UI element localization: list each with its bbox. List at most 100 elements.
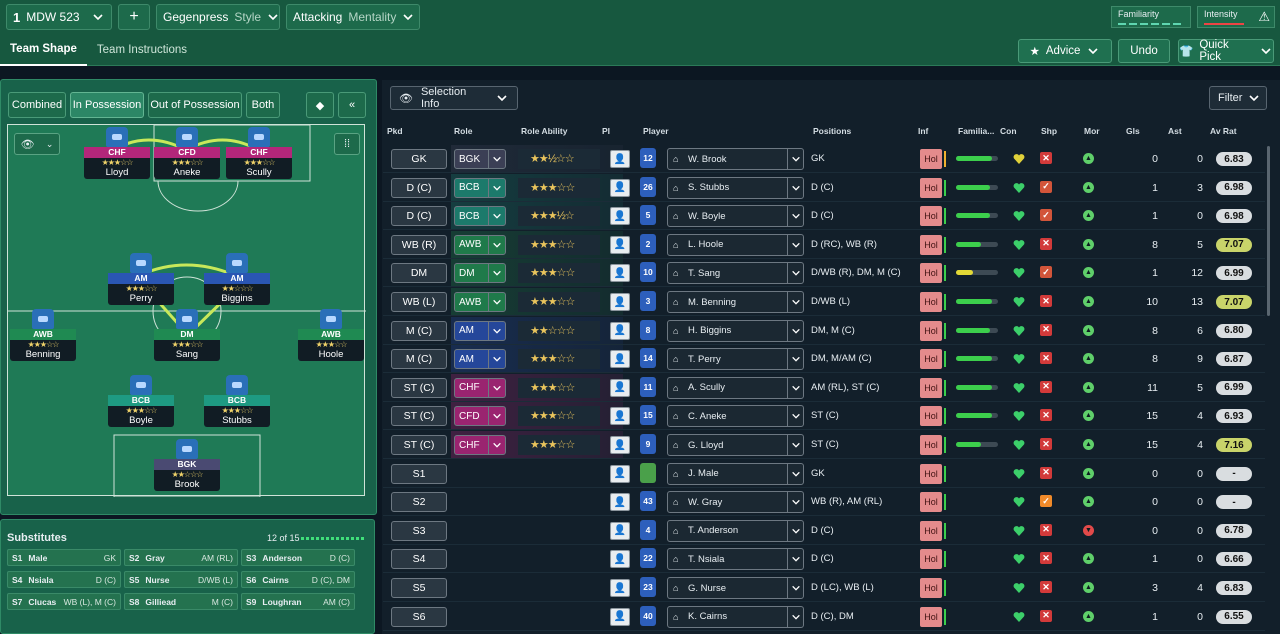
player-row[interactable]: ST (C) CFD ★★★☆☆ 👤 15 ⌂ C. Aneke ST (C) Hol ✕ ▲ 15 4… [383,402,1265,431]
formation-select[interactable]: 1 MDW 523 [6,4,112,30]
picked-position-button[interactable]: S3 [391,520,447,541]
player-row[interactable]: M (C) AM ★★★☆☆ 👤 14 ⌂ T. Perry DM, M/AM (C) Hol ✕… [383,345,1265,374]
col-header-ast[interactable]: Ast [1168,126,1182,136]
player-row[interactable]: D (C) BCB ★★★½☆ 👤 5 ⌂ W. Boyle D (C) Hol ✓ ▲ 1 0 6.98 [383,202,1265,231]
substitute-item[interactable]: S7 Clucas WB (L), M (C) [7,593,121,610]
player-row[interactable]: DM DM ★★★☆☆ 👤 10 ⌂ T. Sang D/WB (R), DM, M (C) H… [383,259,1265,288]
pitch-player[interactable]: AWB ★★★☆☆ Benning [10,309,76,361]
col-header-familiarity[interactable]: Familia... [958,126,994,136]
mode-in-possession[interactable]: In Possession [70,92,144,118]
picked-position-button[interactable]: M (C) [391,349,447,370]
player-instructions-button[interactable]: 👤 [610,464,630,483]
mode-out-of-possession[interactable]: Out of Possession [148,92,242,118]
player-row[interactable]: M (C) AM ★★☆☆☆ 👤 8 ⌂ H. Biggins DM, M (C) Hol ✕ ▲ 8… [383,316,1265,345]
player-select[interactable]: ⌂ H. Biggins [667,319,804,342]
pitch-player[interactable]: CFD ★★★☆☆ Aneke [154,127,220,179]
familiarity-meter[interactable]: Familiarity [1111,6,1191,28]
player-instructions-button[interactable]: 👤 [610,550,630,569]
player-instructions-button[interactable]: 👤 [610,207,630,226]
role-select[interactable]: AM [454,349,506,370]
substitute-item[interactable]: S1 Male GK [7,549,121,566]
player-select[interactable]: ⌂ W. Brook [667,148,804,170]
pitch-player[interactable]: CHF ★★★☆☆ Lloyd [84,127,150,179]
player-instructions-button[interactable]: 👤 [610,321,630,340]
pitch-player[interactable]: AM ★★☆☆☆ Biggins [204,253,270,305]
col-header-av-rat[interactable]: Av Rat [1210,126,1237,136]
picked-position-button[interactable]: WB (L) [391,292,447,312]
intensity-meter[interactable]: Intensity ⚠ [1197,6,1275,28]
player-select[interactable]: ⌂ T. Perry [667,348,804,371]
player-instructions-button[interactable]: 👤 [610,607,630,626]
substitute-item[interactable]: S3 Anderson D (C) [241,549,355,566]
player-row[interactable]: D (C) BCB ★★★☆☆ 👤 26 ⌂ S. Stubbs D (C) Hol ✓ ▲ 1 3 6.… [383,173,1265,202]
picked-position-button[interactable]: ST (C) [391,377,447,398]
player-instructions-button[interactable]: 👤 [610,436,630,454]
player-instructions-button[interactable]: 👤 [610,293,630,311]
player-row[interactable]: WB (R) AWB ★★★☆☆ 👤 2 ⌂ L. Hoole D (RC), WB (R) H… [383,230,1265,259]
player-instructions-button[interactable]: 👤 [610,378,630,397]
player-select[interactable]: ⌂ G. Nurse [667,577,804,599]
player-select[interactable]: ⌂ W. Boyle [667,205,804,228]
pitch-player[interactable]: DM ★★★☆☆ Sang [154,309,220,361]
pitch-player[interactable]: AWB ★★★☆☆ Hoole [298,309,364,361]
pitch-player[interactable]: BGK ★★☆☆☆ Brook [154,439,220,491]
pitch-options-button[interactable]: ◆ [306,92,334,118]
col-header-role[interactable]: Role [454,126,472,136]
style-select[interactable]: Gegenpress Style [156,4,280,30]
add-formation-button[interactable]: + [118,4,150,30]
col-header-player[interactable]: Player [643,126,669,136]
player-row[interactable]: S2 👤 43 ⌂ W. Gray WB (R), AM (RL) Hol ✓ ▲ 0 0- [383,488,1265,517]
player-select[interactable]: ⌂ S. Stubbs [667,176,804,199]
substitute-item[interactable]: S5 Nurse D/WB (L) [124,571,238,588]
substitute-item[interactable]: S4 Nsiala D (C) [7,571,121,588]
player-row[interactable]: ST (C) CHF ★★★☆☆ 👤 11 ⌂ A. Scully AM (RL), ST (… [383,373,1265,402]
col-header-positions[interactable]: Positions [813,126,851,136]
selection-info-dropdown[interactable]: 👁 Selection Info [390,86,518,110]
picked-position-button[interactable]: D (C) [391,206,447,227]
player-row[interactable]: S4 👤 22 ⌂ T. Nsiala D (C) Hol ✕ ▲ 1 0 6.66 [383,545,1265,574]
picked-position-button[interactable]: S4 [391,549,447,570]
role-select[interactable]: BCB [454,206,506,227]
player-instructions-button[interactable]: 👤 [610,521,630,540]
player-row[interactable]: S6 👤 40 ⌂ K. Cairns D (C), DM Hol ✕ ▲ 1 0 6.55 [383,603,1265,631]
picked-position-button[interactable]: S1 [391,463,447,484]
player-select[interactable]: ⌂ T. Anderson [667,519,804,542]
player-instructions-button[interactable]: 👤 [610,407,630,426]
col-header-role-ability[interactable]: Role Ability [521,126,567,136]
player-row[interactable]: WB (L) AWB ★★★☆☆ 👤 3 ⌂ M. Benning D/WB (L) Hol ✕ ▲… [383,288,1265,316]
picked-position-button[interactable]: S5 [391,578,447,598]
picked-position-button[interactable]: S6 [391,606,447,627]
player-row[interactable]: S3 👤 4 ⌂ T. Anderson D (C) Hol ✕ ▼ 0 0 6.78 [383,517,1265,545]
col-header-inf[interactable]: Inf [918,126,928,136]
role-select[interactable]: AWB [454,234,506,255]
player-row[interactable]: GK BGK ★★½☆☆ 👤 12 ⌂ W. Brook GK Hol ✕ ▲ 0 0 6.83 [383,145,1265,173]
player-select[interactable]: ⌂ T. Sang [667,262,804,285]
player-select[interactable]: ⌂ M. Benning [667,291,804,313]
player-row[interactable]: ST (C) CHF ★★★☆☆ 👤 9 ⌂ G. Lloyd ST (C) Hol ✕ ▲ 15 4 7… [383,431,1265,459]
player-select[interactable]: ⌂ C. Aneke [667,405,804,428]
mode-combined[interactable]: Combined [8,92,66,118]
player-row[interactable]: S5 👤 23 ⌂ G. Nurse D (LC), WB (L) Hol ✕ ▲ 3 4 6.83 [383,574,1265,602]
visibility-toggle[interactable]: 👁 ⌄ [14,133,60,155]
mentality-select[interactable]: Attacking Mentality [286,4,420,30]
player-instructions-button[interactable]: 👤 [610,350,630,369]
substitute-item[interactable]: S2 Gray AM (RL) [124,549,238,566]
player-select[interactable]: ⌂ W. Gray [667,491,804,514]
player-select[interactable]: ⌂ T. Nsiala [667,548,804,571]
col-header-shp[interactable]: Shp [1041,126,1057,136]
mode-both[interactable]: Both [246,92,280,118]
role-select[interactable]: CHF [454,377,506,398]
player-instructions-button[interactable]: 👤 [610,264,630,283]
pitch[interactable]: 👁 ⌄ ⁞⁞ CHF ★★★☆☆ Lloyd CFD ★★★☆☆ Aneke CH… [7,124,366,497]
role-select[interactable]: DM [454,263,506,284]
picked-position-button[interactable]: GK [391,149,447,169]
table-scrollbar[interactable] [1267,146,1270,316]
picked-position-button[interactable]: ST (C) [391,406,447,427]
picked-position-button[interactable]: D (C) [391,177,447,198]
pitch-player[interactable]: CHF ★★★☆☆ Scully [226,127,292,179]
role-select[interactable]: BGK [454,149,506,169]
col-header-con[interactable]: Con [1000,126,1017,136]
col-header-gls[interactable]: Gls [1126,126,1140,136]
player-row[interactable]: S1 👤 ⌂ J. Male GK Hol ✕ ▲ 0 0- [383,460,1265,488]
picked-position-button[interactable]: ST (C) [391,435,447,455]
